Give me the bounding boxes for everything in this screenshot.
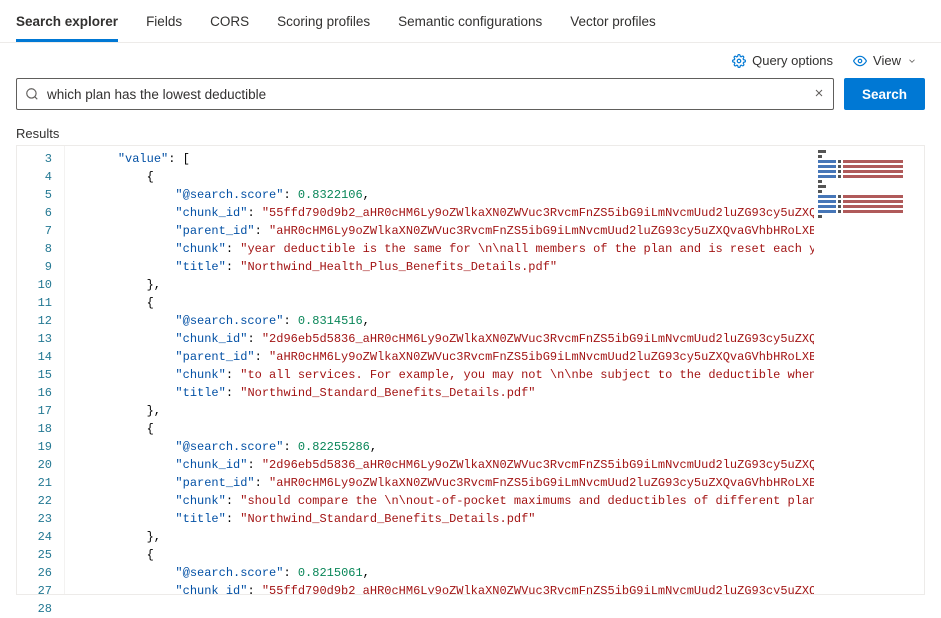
query-options-label: Query options — [752, 53, 833, 68]
code-line: "chunk": "year deductible is the same fo… — [89, 240, 814, 258]
tab-scoring-profiles[interactable]: Scoring profiles — [277, 8, 370, 42]
chevron-down-icon — [907, 56, 917, 66]
view-button[interactable]: View — [853, 53, 917, 68]
code-line: "title": "Northwind_Standard_Benefits_De… — [89, 384, 814, 402]
tab-cors[interactable]: CORS — [210, 8, 249, 42]
code-line: "title": "Northwind_Health_Plus_Benefits… — [89, 258, 814, 276]
tab-search-explorer[interactable]: Search explorer — [16, 8, 118, 42]
code-line: }, — [89, 402, 814, 420]
search-input[interactable] — [39, 87, 813, 102]
code-line: { — [89, 420, 814, 438]
code-line: "chunk_id": "2d96eb5d5836_aHR0cHM6Ly9oZW… — [89, 456, 814, 474]
tab-fields[interactable]: Fields — [146, 8, 182, 42]
search-box[interactable] — [16, 78, 834, 110]
results-label: Results — [0, 120, 941, 145]
code-line: "@search.score": 0.82255286, — [89, 438, 814, 456]
code-line: "chunk": "to all services. For example, … — [89, 366, 814, 384]
code-line: { — [89, 168, 814, 186]
results-editor: 3456789101112131415161718192021222324252… — [16, 145, 925, 595]
code-line: "chunk_id": "2d96eb5d5836_aHR0cHM6Ly9oZW… — [89, 330, 814, 348]
minimap[interactable] — [814, 146, 924, 594]
clear-icon[interactable] — [813, 87, 825, 102]
code-line: "parent_id": "aHR0cHM6Ly9oZWlkaXN0ZWVuc3… — [89, 348, 814, 366]
code-line: { — [89, 294, 814, 312]
toolbar: Query options View — [0, 43, 941, 74]
line-gutter: 3456789101112131415161718192021222324252… — [17, 146, 65, 594]
tab-bar: Search explorer Fields CORS Scoring prof… — [0, 0, 941, 43]
view-label: View — [873, 53, 901, 68]
code-line: "parent_id": "aHR0cHM6Ly9oZWlkaXN0ZWVuc3… — [89, 474, 814, 492]
search-icon — [25, 87, 39, 101]
gear-icon — [732, 54, 746, 68]
code-line: }, — [89, 276, 814, 294]
code-line: "chunk_id": "55ffd790d9b2_aHR0cHM6Ly9oZW… — [89, 204, 814, 222]
code-line: "value": [ — [89, 150, 814, 168]
eye-icon — [853, 54, 867, 68]
code-line: { — [89, 546, 814, 564]
code-line: "title": "Northwind_Standard_Benefits_De… — [89, 510, 814, 528]
query-options-button[interactable]: Query options — [732, 53, 833, 68]
code-line: "@search.score": 0.8314516, — [89, 312, 814, 330]
code-line: "@search.score": 0.8322106, — [89, 186, 814, 204]
tab-semantic-configurations[interactable]: Semantic configurations — [398, 8, 542, 42]
code-line: "chunk": "should compare the \n\nout-of-… — [89, 492, 814, 510]
code-line: "parent_id": "aHR0cHM6Ly9oZWlkaXN0ZWVuc3… — [89, 222, 814, 240]
search-button[interactable]: Search — [844, 78, 925, 110]
search-row: Search — [0, 74, 941, 120]
code-line: "chunk_id": "55ffd790d9b2_aHR0cHM6Ly9oZW… — [89, 582, 814, 594]
code-line: }, — [89, 528, 814, 546]
code-line: "@search.score": 0.8215061, — [89, 564, 814, 582]
tab-vector-profiles[interactable]: Vector profiles — [570, 8, 656, 42]
code-area[interactable]: "value": [ { "@search.score": 0.8322106,… — [65, 146, 814, 594]
